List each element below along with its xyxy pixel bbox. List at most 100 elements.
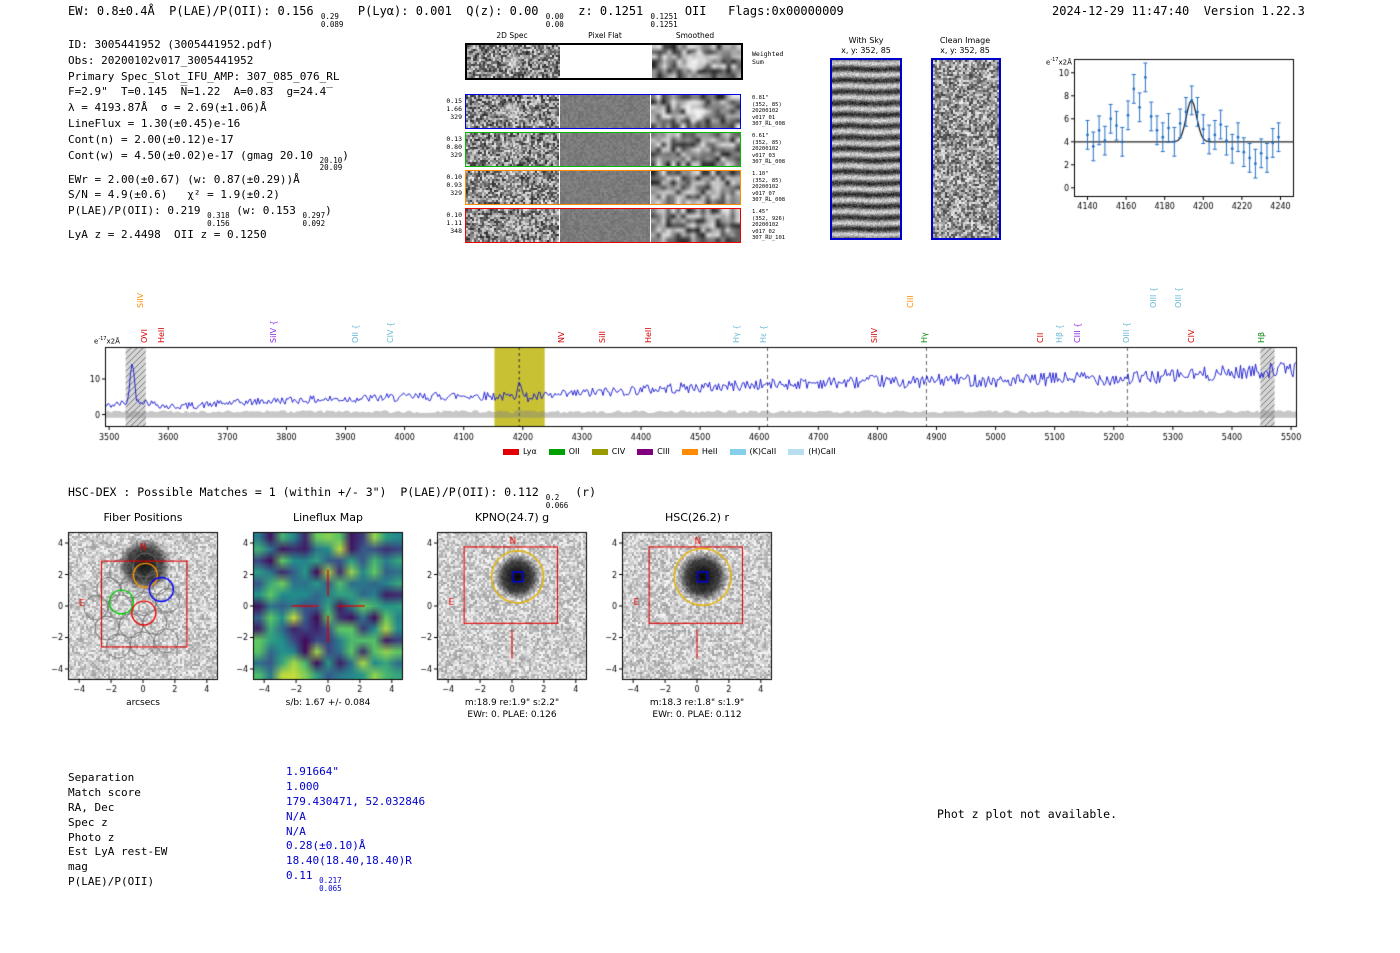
sup-sub-value: 0.1251 0.1251 — [650, 12, 678, 29]
smoothed-image — [651, 171, 740, 204]
smoothed-image — [651, 209, 740, 242]
spec2d-row-annotation: 1.45" (352, 926) 20200102 v017_02 307_RU… — [752, 209, 786, 241]
legend-swatch — [591, 448, 608, 455]
text-segment: EWr = 2.00(±0.67) (w: 0.87(±0.29))Å — [68, 172, 300, 186]
spectrum-legend: Lyα OII CIV CIII HeII (K)CaII (H)CaII — [503, 447, 836, 456]
spec2d-image — [466, 95, 559, 128]
spec2d-row-stats: 0.13 0.80 329 — [446, 135, 462, 159]
match-table-row: Separation 1.91664" — [68, 765, 425, 786]
emission-line-label: SiIV — [136, 292, 145, 308]
info-line: ID: 3005441952 (3005441952.pdf) — [68, 37, 349, 53]
sup-sub-value: 20.10 20.09 — [319, 155, 343, 173]
match-row-label: Separation — [68, 771, 135, 784]
emission-line-label: SiIV { — [269, 320, 278, 343]
sup-sub-value: 0.217 0.065 — [319, 876, 342, 893]
spec2d-col-title-1: 2D Spec — [496, 31, 528, 40]
legend-swatch — [548, 448, 565, 455]
cutout-canvas-lineflux — [225, 524, 415, 696]
info-line: LineFlux = 1.30(±0.45)e-16 — [68, 116, 349, 132]
text-segment: N/A — [286, 809, 306, 823]
legend-item: OII — [548, 447, 580, 456]
spec2d-row — [465, 132, 741, 167]
sup-sub-value: 0.318 0.156 — [207, 211, 230, 228]
match-row-value: 179.430471, 52.032846 — [286, 795, 425, 808]
cutout-title: Lineflux Map — [292, 511, 364, 524]
cutout-title: HSC(26.2) r — [664, 511, 730, 524]
unit-suffix: x2Å — [1058, 58, 1072, 67]
text-segment: P(Lyα): 0.001 Q(z): 0.00 — [343, 4, 546, 18]
text-segment: EW: 0.8±0.4Å P(LAE)/P(OII): 0.156 — [68, 4, 321, 18]
text-segment: Primary Spec_Slot_IFU_AMP: 307_085_076_R… — [68, 69, 340, 83]
spec2d-col-title-3: Smoothed — [675, 31, 715, 40]
match-row-value: 0.28(±0.10)Å — [286, 839, 365, 852]
legend-item: CIV — [591, 447, 626, 456]
spec2d-row-stats: 0.15 1.66 329 — [446, 97, 462, 121]
emission-line-label: SiII — [598, 330, 607, 343]
text-segment: P(LAE)/P(OII): 0.219 — [68, 204, 208, 218]
cutout-canvas-fiber — [40, 524, 230, 696]
match-row-value: 1.000 — [286, 780, 319, 793]
emission-line-label: OVI — [140, 329, 149, 343]
legend-swatch — [681, 448, 698, 455]
main-flux-units-label: e-17x2Å — [94, 336, 120, 345]
match-row-label: P(LAE)/P(OII) — [68, 875, 155, 889]
emission-line-label: OIII { — [1149, 286, 1158, 308]
text-segment: LyA z = 2.4498 OII z = 0.1250 — [68, 228, 267, 242]
text-segment: F=2.9" T=0.145 N̅=1.22 A=0.8̅3 g=24.4̅ — [68, 85, 327, 99]
photz-unavailable-note: Phot z plot not available. — [937, 807, 1118, 821]
line-fit-zoom-plot — [1038, 47, 1303, 227]
info-line: P(LAE)/P(OII): 0.219 0.318 0.156 (w: 0.15… — [68, 203, 349, 227]
emission-line-label: Hβ — [1257, 331, 1266, 343]
text-segment: OII Flags:0x00000009 — [677, 4, 844, 18]
spec2d-row-stats: 0.10 0.93 329 — [446, 173, 462, 197]
emission-line-label: OIII { — [1122, 321, 1131, 343]
spec2d-row — [465, 94, 741, 129]
report-datetime: 2024-12-29 11:47:40 — [1052, 4, 1190, 18]
match-row-value: N/A — [286, 825, 306, 838]
legend-label: CIV — [611, 447, 626, 456]
emission-line-label: OII { — [351, 324, 360, 343]
withsky-cutout-canvas — [830, 58, 902, 240]
emission-line-label: Hβ { — [1055, 324, 1064, 343]
report-version: Version 1.22.3 — [1203, 4, 1305, 18]
cutout-caption: m:18.9 re:1.9" s:2.2" — [464, 698, 560, 708]
match-row-label: mag — [68, 860, 88, 874]
emission-line-label: CIV — [1187, 329, 1196, 343]
hsc-dex-match-line: HSC-DEX : Possible Matches = 1 (within +… — [68, 485, 596, 509]
cutout-title: KPNO(24.7) g — [474, 511, 550, 524]
legend-swatch — [503, 448, 519, 455]
cutout-caption: s/b: 1.67 +/- 0.084 — [285, 698, 371, 708]
spec2d-image — [466, 171, 559, 204]
match-row-label: Est LyA rest-EW — [68, 845, 168, 859]
legend-label: OII — [568, 447, 580, 456]
legend-swatch — [637, 448, 654, 455]
spec2d-row — [465, 43, 743, 80]
pixel-flat-image — [560, 133, 650, 166]
pixel-flat-image — [560, 95, 650, 128]
header-timestamp: 2024-12-29 11:47:40 Version 1.22.3 — [1052, 4, 1305, 18]
text-segment: 1.000 — [286, 779, 320, 793]
legend-swatch — [788, 448, 805, 455]
info-line: λ = 4193.87Å σ = 2.69(±1.06)Å — [68, 100, 349, 116]
detection-info-block: ID: 3005441952 (3005441952.pdf) Obs: 2020… — [68, 37, 349, 243]
emission-line-label: OIII { — [1174, 286, 1183, 308]
match-row-value: 0.11 0.217 0.065 — [286, 869, 342, 892]
legend-swatch — [729, 448, 746, 455]
zoom-flux-units-label: e-17x2Å — [1046, 57, 1072, 66]
catalog-match-table: Separation 1.91664" Match score 1.000 RA, De… — [68, 765, 425, 892]
legend-item: HeII — [681, 447, 718, 456]
cutout-title: Fiber Positions — [103, 511, 183, 524]
spec2d-row-annotation: 0.61" (352, 85) 20200102 v017_03 307_RL_… — [752, 133, 786, 165]
sup-sub-value: 0.297 0.092 — [302, 211, 326, 228]
info-line: F=2.9" T=0.145 N̅=1.22 A=0.8̅3 g=24.4̅ — [68, 84, 349, 100]
weighted-sum-label: Weighted Sum — [752, 50, 784, 66]
emission-line-label: NV — [557, 331, 566, 343]
text-segment: S/N = 4.9(±0.6) χ² = 1.9(±0.2) — [68, 188, 280, 202]
spec2d-row-annotation: 1.10" (352, 85) 20200102 v017_07 307_RL_… — [752, 171, 786, 203]
withsky-title: With Sky — [848, 36, 884, 45]
emission-line-label: CIII { — [1073, 322, 1082, 343]
match-table-row: P(LAE)/P(OII) 0.11 0.217 0.065 — [68, 869, 425, 892]
emission-line-label: HeII — [644, 327, 653, 343]
info-line: S/N = 4.9(±0.6) χ² = 1.9(±0.2) — [68, 187, 349, 203]
smoothed-image — [652, 45, 741, 78]
